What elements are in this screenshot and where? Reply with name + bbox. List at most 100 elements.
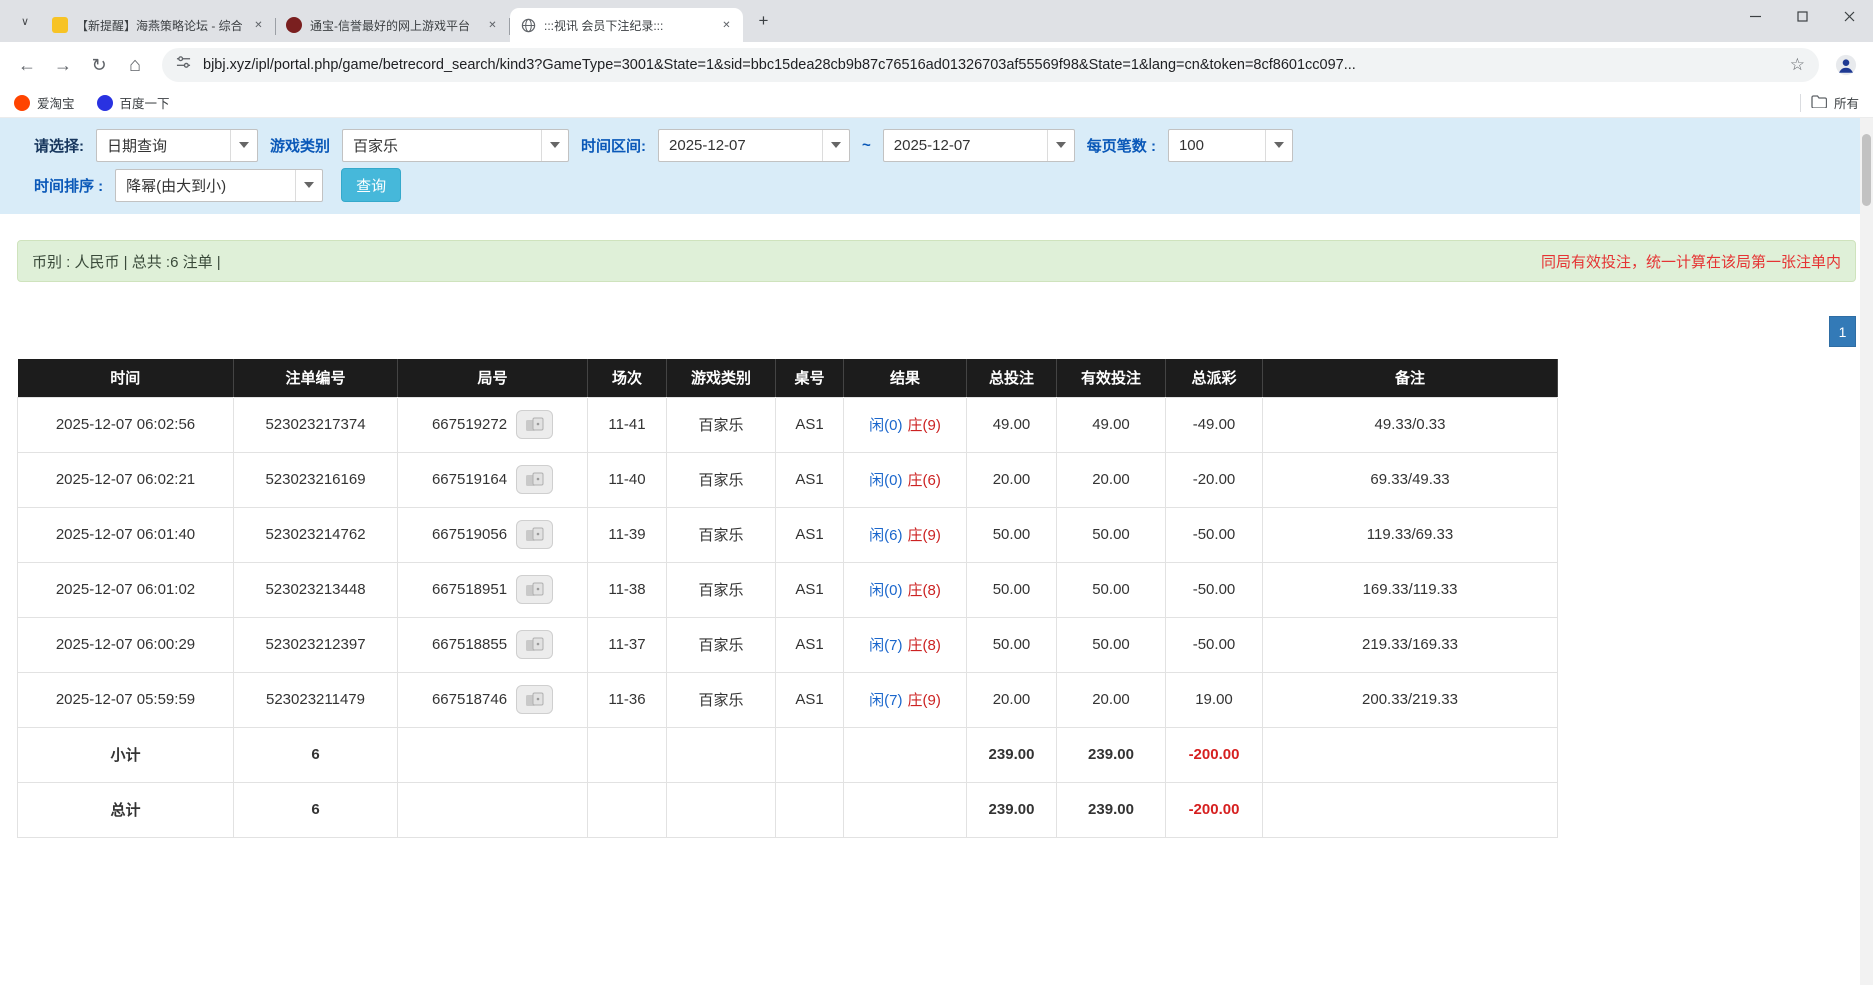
tab-tongbao[interactable]: 通宝-信誉最好的网上游戏平台 bbox=[276, 8, 509, 42]
cell-payout: -50.00 bbox=[1166, 617, 1263, 672]
round-replay-icon[interactable] bbox=[516, 630, 553, 659]
tab-title: 【新提醒】海燕策略论坛 - 综合... bbox=[76, 17, 242, 34]
chevron-down-icon[interactable] bbox=[1047, 130, 1074, 161]
tab-close-icon[interactable] bbox=[718, 17, 735, 34]
cell-round: 667519164 bbox=[398, 452, 588, 507]
cell-bet-id: 523023214762 bbox=[234, 507, 398, 562]
cell-total-bet[interactable]: 49.00 bbox=[967, 397, 1057, 452]
url-text[interactable]: bjbj.xyz/ipl/portal.php/game/betrecord_s… bbox=[203, 57, 1778, 73]
cell-game-type: 百家乐 bbox=[667, 617, 776, 672]
query-type-dropdown[interactable]: 日期查询 bbox=[96, 129, 258, 162]
cell-total-bet[interactable]: 50.00 bbox=[967, 507, 1057, 562]
cell-time: 2025-12-07 06:02:21 bbox=[18, 452, 234, 507]
game-type-label: 游戏类别 bbox=[270, 135, 330, 156]
date-from-picker[interactable]: 2025-12-07 bbox=[658, 129, 850, 162]
range-separator: ~ bbox=[862, 137, 871, 154]
cell-total-bet[interactable]: 50.00 bbox=[967, 562, 1057, 617]
cell-total-bet[interactable]: 20.00 bbox=[967, 672, 1057, 727]
reload-button[interactable] bbox=[82, 48, 116, 82]
table-row: 2025-12-07 06:02:21523023216169667519164… bbox=[18, 452, 1558, 507]
round-replay-icon[interactable] bbox=[516, 575, 553, 604]
close-window-button[interactable] bbox=[1826, 0, 1873, 33]
chevron-down-icon[interactable] bbox=[1265, 130, 1292, 161]
chevron-down-icon[interactable] bbox=[541, 130, 568, 161]
sum-cell bbox=[776, 782, 844, 837]
forum-favicon-icon bbox=[52, 17, 68, 33]
bookmark-baidu[interactable]: 百度一下 bbox=[97, 93, 170, 112]
cell-bet-id: 523023211479 bbox=[234, 672, 398, 727]
query-button[interactable]: 查询 bbox=[341, 168, 401, 202]
tab-bet-records-active[interactable]: :::视讯 会员下注纪录::: bbox=[510, 8, 743, 42]
round-number: 667519272 bbox=[432, 416, 507, 433]
back-button[interactable] bbox=[10, 48, 44, 82]
cell-session: 11-39 bbox=[588, 507, 667, 562]
page-size-dropdown[interactable]: 100 bbox=[1168, 129, 1293, 162]
chevron-down-icon[interactable] bbox=[822, 130, 849, 161]
cell-total-bet[interactable]: 50.00 bbox=[967, 617, 1057, 672]
tab-forum[interactable]: 【新提醒】海燕策略论坛 - 综合... bbox=[42, 8, 275, 42]
home-button[interactable] bbox=[118, 48, 152, 82]
sum-label: 总计 bbox=[18, 782, 234, 837]
tab-close-icon[interactable] bbox=[250, 17, 267, 34]
cell-table: AS1 bbox=[776, 507, 844, 562]
sum-cell: 239.00 bbox=[967, 727, 1057, 782]
summary-bar: 币别 : 人民币 | 总共 :6 注单 | 同局有效投注，统一计算在该局第一张注… bbox=[17, 240, 1856, 282]
cell-table: AS1 bbox=[776, 617, 844, 672]
globe-favicon-icon bbox=[520, 17, 536, 33]
result-banker: 庄(6) bbox=[908, 472, 941, 489]
chevron-down-icon[interactable] bbox=[230, 130, 257, 161]
game-type-dropdown[interactable]: 百家乐 bbox=[342, 129, 569, 162]
site-info-icon[interactable] bbox=[176, 55, 191, 75]
cell-time: 2025-12-07 06:01:02 bbox=[18, 562, 234, 617]
window-controls bbox=[1732, 0, 1873, 33]
scrollbar-thumb[interactable] bbox=[1862, 134, 1871, 206]
column-header: 时间 bbox=[18, 359, 234, 397]
forward-button[interactable] bbox=[46, 48, 80, 82]
round-number: 667518951 bbox=[432, 581, 507, 598]
new-tab-button[interactable]: + bbox=[750, 7, 777, 34]
cell-note: 49.33/0.33 bbox=[1263, 397, 1558, 452]
baidu-icon bbox=[97, 95, 113, 111]
cell-total-bet[interactable]: 20.00 bbox=[967, 452, 1057, 507]
all-bookmarks-folder[interactable]: 所有 bbox=[1811, 93, 1859, 112]
profile-avatar[interactable] bbox=[1829, 48, 1863, 82]
page-button-1[interactable]: 1 bbox=[1829, 316, 1856, 347]
round-replay-icon[interactable] bbox=[516, 465, 553, 494]
round-replay-icon[interactable] bbox=[516, 685, 553, 714]
sort-dropdown[interactable]: 降幂(由大到小) bbox=[115, 169, 323, 202]
tab-search-chevron-icon[interactable]: ∨ bbox=[12, 8, 38, 34]
cell-note: 69.33/49.33 bbox=[1263, 452, 1558, 507]
cell-note: 200.33/219.33 bbox=[1263, 672, 1558, 727]
maximize-button[interactable] bbox=[1779, 0, 1826, 33]
bookmark-star-icon[interactable] bbox=[1790, 55, 1805, 75]
cell-table: AS1 bbox=[776, 397, 844, 452]
vertical-scrollbar[interactable] bbox=[1860, 118, 1873, 985]
cell-payout: -50.00 bbox=[1166, 562, 1263, 617]
chevron-down-icon[interactable] bbox=[295, 170, 322, 201]
round-replay-icon[interactable] bbox=[516, 520, 553, 549]
bookmark-taobao[interactable]: 爱淘宝 bbox=[14, 93, 75, 112]
sum-cell: 239.00 bbox=[967, 782, 1057, 837]
result-player: 闲(7) bbox=[869, 637, 902, 654]
summary-notice: 同局有效投注，统一计算在该局第一张注单内 bbox=[1541, 251, 1841, 272]
tab-close-icon[interactable] bbox=[484, 17, 501, 34]
tab-title: :::视讯 会员下注纪录::: bbox=[544, 17, 710, 34]
cell-round: 667518746 bbox=[398, 672, 588, 727]
cell-time: 2025-12-07 05:59:59 bbox=[18, 672, 234, 727]
round-replay-icon[interactable] bbox=[516, 410, 553, 439]
cell-round: 667518855 bbox=[398, 617, 588, 672]
summary-currency-count: 币别 : 人民币 | 总共 :6 注单 | bbox=[32, 251, 221, 272]
url-field[interactable]: bjbj.xyz/ipl/portal.php/game/betrecord_s… bbox=[162, 48, 1819, 82]
sum-label: 小计 bbox=[18, 727, 234, 782]
tongbao-favicon-icon bbox=[286, 17, 302, 33]
cell-valid-bet: 20.00 bbox=[1057, 672, 1166, 727]
query-type-value: 日期查询 bbox=[97, 135, 177, 156]
sum-cell: -200.00 bbox=[1166, 727, 1263, 782]
cell-time: 2025-12-07 06:01:40 bbox=[18, 507, 234, 562]
sum-cell bbox=[1263, 727, 1558, 782]
taobao-icon bbox=[14, 95, 30, 111]
round-number: 667518855 bbox=[432, 636, 507, 653]
date-to-picker[interactable]: 2025-12-07 bbox=[883, 129, 1075, 162]
minimize-button[interactable] bbox=[1732, 0, 1779, 33]
total-row: 总计6239.00239.00-200.00 bbox=[18, 782, 1558, 837]
